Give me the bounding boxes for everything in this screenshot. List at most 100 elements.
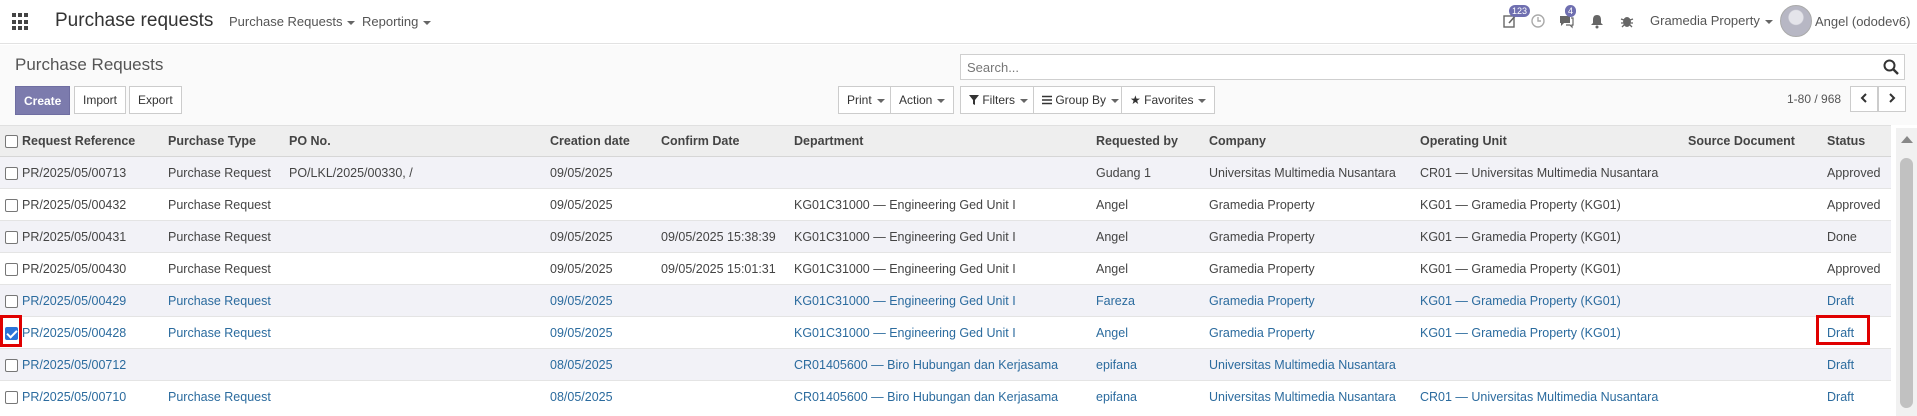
menu-purchase-requests[interactable]: Purchase Requests	[229, 14, 356, 29]
avatar[interactable]	[1780, 5, 1812, 37]
column-header[interactable]: Source Document	[1688, 125, 1827, 157]
cell-source-document[interactable]	[1688, 316, 1827, 349]
cell-requested-by[interactable]: Angel	[1096, 316, 1209, 349]
column-header[interactable]: Status	[1827, 125, 1891, 157]
cell-company[interactable]: Gramedia Property	[1209, 220, 1420, 253]
row-checkbox[interactable]	[4, 294, 18, 308]
cell-confirm-date[interactable]	[661, 380, 794, 413]
column-header[interactable]: Confirm Date	[661, 125, 794, 157]
table-row[interactable]: PR/2025/05/00428 Purchase Request 09/05/20…	[0, 316, 1891, 349]
cell-purchase-type[interactable]: Purchase Request	[168, 220, 289, 253]
bell-icon[interactable]	[1588, 13, 1606, 31]
cell-purchase-type[interactable]: Purchase Request	[168, 252, 289, 285]
menu-reporting[interactable]: Reporting	[362, 14, 432, 29]
user-menu[interactable]: Angel (ododev6)	[1815, 14, 1910, 29]
cell-confirm-date[interactable]	[661, 316, 794, 349]
cell-request-reference[interactable]: PR/2025/05/00710	[22, 380, 168, 413]
column-header[interactable]: Purchase Type	[168, 125, 289, 157]
table-row[interactable]: PR/2025/05/00429 Purchase Request 09/05/20…	[0, 284, 1891, 317]
cell-creation-date[interactable]: 09/05/2025	[550, 188, 661, 221]
cell-department[interactable]: KG01C31000 — Engineering Ged Unit I	[794, 316, 1096, 349]
column-header[interactable]: Creation date	[550, 125, 661, 157]
cell-company[interactable]: Gramedia Property	[1209, 188, 1420, 221]
cell-po-no[interactable]	[289, 316, 550, 349]
cell-confirm-date[interactable]	[661, 284, 794, 317]
cell-po-no[interactable]	[289, 284, 550, 317]
cell-operating-unit[interactable]: KG01 — Gramedia Property (KG01)	[1420, 188, 1688, 221]
export-button[interactable]: Export	[129, 86, 182, 114]
print-dropdown[interactable]: Print	[838, 86, 894, 114]
cell-purchase-type[interactable]: Purchase Request	[168, 188, 289, 221]
cell-confirm-date[interactable]	[661, 156, 794, 189]
table-row[interactable]: PR/2025/05/00713 Purchase Request PO/LKL/2…	[0, 156, 1891, 189]
cell-department[interactable]: KG01C31000 — Engineering Ged Unit I	[794, 188, 1096, 221]
cell-department[interactable]	[794, 156, 1096, 189]
cell-creation-date[interactable]: 09/05/2025	[550, 220, 661, 253]
cell-department[interactable]: KG01C31000 — Engineering Ged Unit I	[794, 284, 1096, 317]
activity-edit-icon[interactable]: 123	[1501, 5, 1531, 31]
table-row[interactable]: PR/2025/05/00431 Purchase Request 09/05/20…	[0, 220, 1891, 253]
cell-confirm-date[interactable]: 09/05/2025 15:38:39	[661, 220, 794, 253]
import-button[interactable]: Import	[74, 86, 127, 114]
cell-status[interactable]: Approved	[1827, 188, 1891, 221]
cell-po-no[interactable]	[289, 220, 550, 253]
cell-requested-by[interactable]: Fareza	[1096, 284, 1209, 317]
cell-confirm-date[interactable]: 09/05/2025 15:01:31	[661, 252, 794, 285]
table-row[interactable]: PR/2025/05/00712 08/05/2025 CR01405600 — B…	[0, 348, 1891, 381]
cell-purchase-type[interactable]: Purchase Request	[168, 284, 289, 317]
cell-po-no[interactable]	[289, 188, 550, 221]
cell-company[interactable]: Universitas Multimedia Nusantara	[1209, 156, 1420, 189]
row-checkbox[interactable]	[4, 166, 18, 180]
column-header[interactable]: Company	[1209, 125, 1420, 157]
favorites-dropdown[interactable]: ★ Favorites	[1121, 86, 1216, 114]
pager-value[interactable]: 1-80 / 968	[1787, 92, 1841, 106]
cell-company[interactable]: Gramedia Property	[1209, 316, 1420, 349]
search-icon[interactable]	[1882, 58, 1900, 76]
cell-purchase-type[interactable]	[168, 348, 289, 381]
column-header[interactable]: Requested by	[1096, 125, 1209, 157]
clock-icon[interactable]	[1529, 13, 1547, 31]
cell-requested-by[interactable]: Angel	[1096, 188, 1209, 221]
cell-creation-date[interactable]: 08/05/2025	[550, 380, 661, 413]
cell-operating-unit[interactable]: CR01 — Universitas Multimedia Nusantara	[1420, 156, 1688, 189]
row-checkbox[interactable]	[4, 262, 18, 276]
cell-creation-date[interactable]: 09/05/2025	[550, 252, 661, 285]
row-checkbox[interactable]	[4, 230, 18, 244]
row-checkbox[interactable]	[4, 390, 18, 404]
cell-po-no[interactable]	[289, 348, 550, 381]
apps-menu-icon[interactable]	[12, 13, 30, 31]
cell-creation-date[interactable]: 09/05/2025	[550, 156, 661, 189]
cell-status[interactable]: Done	[1827, 220, 1891, 253]
cell-po-no[interactable]	[289, 380, 550, 413]
cell-po-no[interactable]: PO/LKL/2025/00330, /	[289, 156, 550, 189]
cell-company[interactable]: Universitas Multimedia Nusantara	[1209, 380, 1420, 413]
cell-source-document[interactable]	[1688, 220, 1827, 253]
cell-creation-date[interactable]: 08/05/2025	[550, 348, 661, 381]
cell-status[interactable]: Draft	[1827, 348, 1891, 381]
cell-request-reference[interactable]: PR/2025/05/00432	[22, 188, 168, 221]
cell-operating-unit[interactable]: KG01 — Gramedia Property (KG01)	[1420, 252, 1688, 285]
cell-department[interactable]: CR01405600 — Biro Hubungan dan Kerjasama	[794, 380, 1096, 413]
cell-department[interactable]: CR01405600 — Biro Hubungan dan Kerjasama	[794, 348, 1096, 381]
cell-company[interactable]: Gramedia Property	[1209, 284, 1420, 317]
cell-operating-unit[interactable]: KG01 — Gramedia Property (KG01)	[1420, 316, 1688, 349]
scrollbar-thumb[interactable]	[1900, 158, 1913, 408]
cell-creation-date[interactable]: 09/05/2025	[550, 316, 661, 349]
cell-status[interactable]: Approved	[1827, 252, 1891, 285]
cell-company[interactable]: Universitas Multimedia Nusantara	[1209, 348, 1420, 381]
cell-source-document[interactable]	[1688, 380, 1827, 413]
cell-status[interactable]: Approved	[1827, 156, 1891, 189]
pager-previous-button[interactable]	[1850, 86, 1878, 112]
filters-dropdown[interactable]: Filters	[960, 86, 1038, 114]
cell-status[interactable]: Draft	[1827, 284, 1891, 317]
cell-operating-unit[interactable]	[1420, 348, 1688, 381]
cell-request-reference[interactable]: PR/2025/05/00429	[22, 284, 168, 317]
create-button[interactable]: Create	[15, 86, 71, 115]
cell-status[interactable]: Draft	[1827, 380, 1891, 413]
cell-po-no[interactable]	[289, 252, 550, 285]
row-checkbox[interactable]	[4, 198, 18, 212]
row-checkbox[interactable]	[4, 358, 18, 372]
cell-requested-by[interactable]: Gudang 1	[1096, 156, 1209, 189]
pager-next-button[interactable]	[1878, 86, 1906, 112]
column-header[interactable]: PO No.	[289, 125, 550, 157]
